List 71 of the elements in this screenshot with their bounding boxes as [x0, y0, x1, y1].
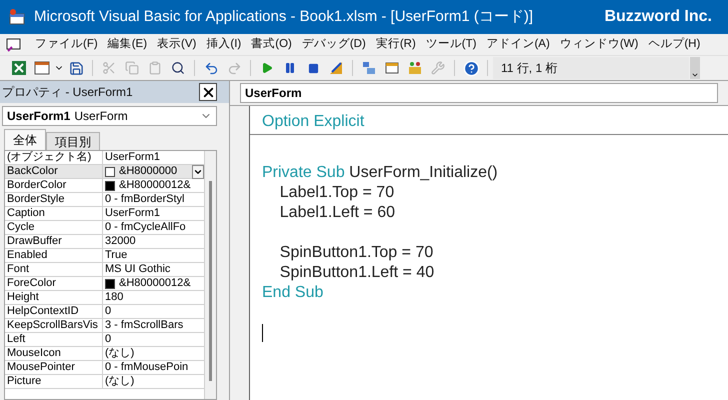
property-name[interactable]: BorderColor — [5, 179, 103, 192]
close-button[interactable] — [199, 83, 217, 101]
brand-label: Buzzword Inc. — [604, 7, 713, 27]
app-icon — [8, 8, 26, 26]
property-name[interactable]: Cycle — [5, 221, 103, 234]
position-indicator: 11 行, 1 桁 — [493, 57, 689, 79]
property-value[interactable]: MS UI Gothic — [105, 263, 170, 276]
code-line: Private Sub UserForm_Initialize() — [261, 163, 498, 183]
menu-item[interactable]: ファイル(F) — [30, 36, 103, 54]
object-dropdown[interactable]: UserForm1 UserForm — [2, 106, 217, 126]
code-line: Label1.Top = 70 — [278, 183, 394, 203]
property-name[interactable]: MousePointer — [5, 361, 103, 374]
property-value[interactable]: &H8000000 — [119, 165, 178, 178]
code-line: SpinButton1.Left = 40 — [278, 263, 434, 283]
property-name[interactable]: Picture — [5, 375, 103, 388]
menu-item[interactable]: 挿入(I) — [201, 36, 246, 54]
menu-item[interactable]: デバッグ(D) — [296, 36, 371, 54]
property-name[interactable]: Caption — [5, 207, 103, 220]
object-name: UserForm1 — [7, 108, 70, 125]
property-name[interactable]: HelpContextID — [5, 305, 103, 318]
menu-item[interactable]: ツール(T) — [420, 36, 482, 54]
code-line: SpinButton1.Top = 70 — [278, 243, 434, 263]
property-value[interactable]: 0 - fmCycleAllFo — [105, 221, 186, 234]
property-name[interactable]: BorderStyle — [5, 193, 103, 206]
code-line: End Sub — [261, 283, 324, 303]
property-name[interactable]: Enabled — [5, 249, 103, 262]
code-line: Label1.Left = 60 — [278, 203, 395, 223]
property-value[interactable]: (なし) — [105, 347, 134, 360]
chevron-down-icon — [691, 71, 699, 79]
property-value[interactable]: &H80000012& — [119, 179, 191, 192]
menu-item[interactable]: ヘルプ(H) — [643, 36, 706, 54]
object-type: UserForm — [74, 108, 129, 125]
property-value[interactable]: &H80000012& — [119, 277, 191, 290]
properties-tab[interactable]: 項目別 — [46, 132, 100, 150]
scrollbar[interactable] — [204, 151, 216, 399]
form-icon — [4, 36, 22, 52]
property-name[interactable]: ForeColor — [5, 277, 103, 290]
property-name[interactable]: KeepScrollBarsVis — [5, 319, 103, 332]
property-name[interactable]: DrawBuffer — [5, 235, 103, 248]
property-value[interactable]: UserForm1 — [105, 151, 160, 164]
property-value[interactable]: 3 - fmScrollBars — [105, 319, 184, 332]
object-selector[interactable]: UserForm — [240, 83, 718, 103]
menu-item[interactable]: アドイン(A) — [481, 36, 555, 54]
property-value[interactable]: 32000 — [105, 235, 136, 248]
window-title: Microsoft Visual Basic for Applications - Book1.xlsm - [UserForm1 (コード)] — [34, 6, 534, 27]
property-value[interactable]: True — [105, 249, 128, 262]
property-value[interactable]: 0 — [105, 333, 112, 346]
property-value[interactable]: 0 — [105, 305, 112, 318]
property-value[interactable]: UserForm1 — [105, 207, 160, 220]
panel-title: プロパティ - UserForm1 — [2, 84, 133, 101]
menu-item[interactable]: ウィンドウ(W) — [554, 36, 644, 54]
properties-tab[interactable]: 全体 — [4, 129, 46, 150]
property-value[interactable]: 0 - fmMousePoin — [105, 361, 188, 374]
property-name[interactable]: BackColor — [5, 165, 103, 178]
property-name[interactable]: (オブジェクト名) — [5, 151, 103, 164]
menu-item[interactable]: 実行(R) — [370, 36, 421, 54]
property-value[interactable]: 180 — [105, 291, 124, 304]
property-name[interactable]: Left — [5, 333, 103, 346]
property-name[interactable]: MouseIcon — [5, 347, 103, 360]
property-value[interactable]: 0 - fmBorderStyl — [105, 193, 184, 206]
property-value[interactable]: (なし) — [105, 375, 134, 388]
chevron-down-icon — [193, 167, 203, 177]
text-cursor — [262, 324, 263, 342]
code-line: Option Explicit — [261, 112, 364, 132]
toolbar-options-button[interactable] — [690, 57, 700, 79]
property-name[interactable]: Font — [5, 263, 103, 276]
menu-item[interactable]: 編集(E) — [102, 36, 152, 54]
property-name[interactable]: Height — [5, 291, 103, 304]
menu-item[interactable]: 書式(O) — [246, 36, 297, 54]
dropdown-button[interactable] — [192, 165, 204, 179]
menu-item[interactable]: 表示(V) — [152, 36, 202, 54]
